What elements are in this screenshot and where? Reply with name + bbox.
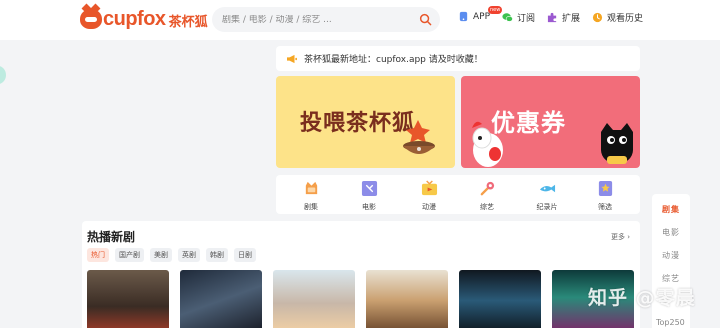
rail-item-anime[interactable]: 动漫: [652, 250, 690, 261]
more-link-label: 更多: [610, 233, 625, 241]
tag-japanese[interactable]: 日剧: [234, 248, 256, 262]
nav-extension[interactable]: 扩展: [547, 11, 580, 24]
nav-subscribe-label: 订阅: [517, 14, 536, 24]
puzzle-icon: [547, 12, 557, 23]
new-badge: new: [488, 6, 503, 14]
nav-app-label: APP: [473, 11, 491, 22]
watermark-text: 知乎 @零晨: [588, 287, 696, 309]
nav-history[interactable]: 观看历史: [592, 11, 643, 24]
search-icon[interactable]: [419, 13, 432, 26]
section-title: 热播新剧: [87, 230, 136, 244]
category-series[interactable]: 剧集: [291, 180, 331, 212]
category-filter-label: 筛选: [598, 203, 612, 211]
tmall-cat-icon: [601, 123, 633, 164]
poster-card[interactable]: [459, 270, 541, 328]
poster-card[interactable]: [273, 270, 355, 328]
filter-icon: [598, 180, 612, 197]
logo-text: cupfox: [103, 7, 166, 30]
rail-item-movies[interactable]: 电影: [652, 227, 690, 238]
fox-logo-icon: [80, 9, 102, 29]
rail-item-series[interactable]: 剧集: [652, 204, 690, 215]
notice-bar: 茶杯狐最新地址：cupfox.app 请及时收藏！: [276, 46, 640, 71]
documentary-icon: [539, 184, 555, 193]
megaphone-icon: [287, 54, 297, 63]
nav-app[interactable]: APP new: [458, 6, 503, 22]
tag-filter-row: 热门 国产剧 美剧 英剧 韩剧 日剧: [87, 248, 256, 262]
more-link[interactable]: 更多 ›: [611, 232, 630, 242]
poster-card[interactable]: [180, 270, 262, 328]
category-variety[interactable]: 综艺: [467, 180, 507, 212]
category-movies[interactable]: 电影: [349, 180, 389, 212]
tag-korean[interactable]: 韩剧: [206, 248, 228, 262]
history-icon: [592, 12, 603, 23]
poster-card[interactable]: [366, 270, 448, 328]
jd-mascot-icon: [472, 121, 503, 167]
rail-item-top250[interactable]: Top250: [656, 318, 685, 327]
banner-coupon[interactable]: 优惠券: [461, 76, 640, 168]
nav-extension-label: 扩展: [562, 14, 581, 24]
wechat-icon: [502, 13, 513, 22]
anime-icon: [421, 180, 437, 196]
film-icon: [361, 180, 377, 197]
category-filter[interactable]: 筛选: [585, 180, 625, 212]
tag-us[interactable]: 美剧: [150, 248, 172, 262]
search-bar[interactable]: [212, 7, 440, 32]
hot-series-section: 热播新剧 更多 › 热门 国产剧 美剧 英剧 韩剧 日剧: [82, 221, 640, 328]
pet-bowl-icon: [403, 120, 435, 154]
category-movies-label: 电影: [362, 203, 376, 211]
category-documentary-label: 纪录片: [536, 203, 558, 211]
tv-icon: [305, 181, 317, 195]
tag-domestic[interactable]: 国产剧: [115, 248, 144, 262]
category-nav: 剧集 电影 动漫 综艺 纪录片 筛选: [276, 175, 640, 214]
floating-edge-widget[interactable]: [0, 66, 6, 84]
nav-history-label: 观看历史: [607, 14, 644, 24]
chevron-right-icon: ›: [627, 233, 630, 241]
category-documentary[interactable]: 纪录片: [527, 180, 567, 212]
tag-hot[interactable]: 热门: [87, 248, 109, 262]
variety-icon: [480, 181, 494, 196]
banner-donate[interactable]: 投喂茶杯狐: [276, 76, 455, 168]
top-header: cupfox 茶杯狐 APP new 订阅 扩展 观: [0, 0, 720, 40]
app-icon: [459, 11, 468, 22]
poster-card[interactable]: [87, 270, 169, 328]
nav-subscribe[interactable]: 订阅: [502, 11, 535, 24]
tag-uk[interactable]: 英剧: [178, 248, 200, 262]
category-variety-label: 综艺: [480, 203, 494, 211]
logo-cn-text: 茶杯狐: [168, 15, 208, 30]
category-series-label: 剧集: [304, 203, 318, 211]
notice-text: 茶杯狐最新地址：cupfox.app 请及时收藏！: [304, 55, 483, 65]
search-input[interactable]: [222, 14, 412, 25]
category-anime[interactable]: 动漫: [409, 180, 449, 212]
category-anime-label: 动漫: [422, 203, 436, 211]
site-logo[interactable]: cupfox 茶杯狐: [80, 6, 208, 32]
